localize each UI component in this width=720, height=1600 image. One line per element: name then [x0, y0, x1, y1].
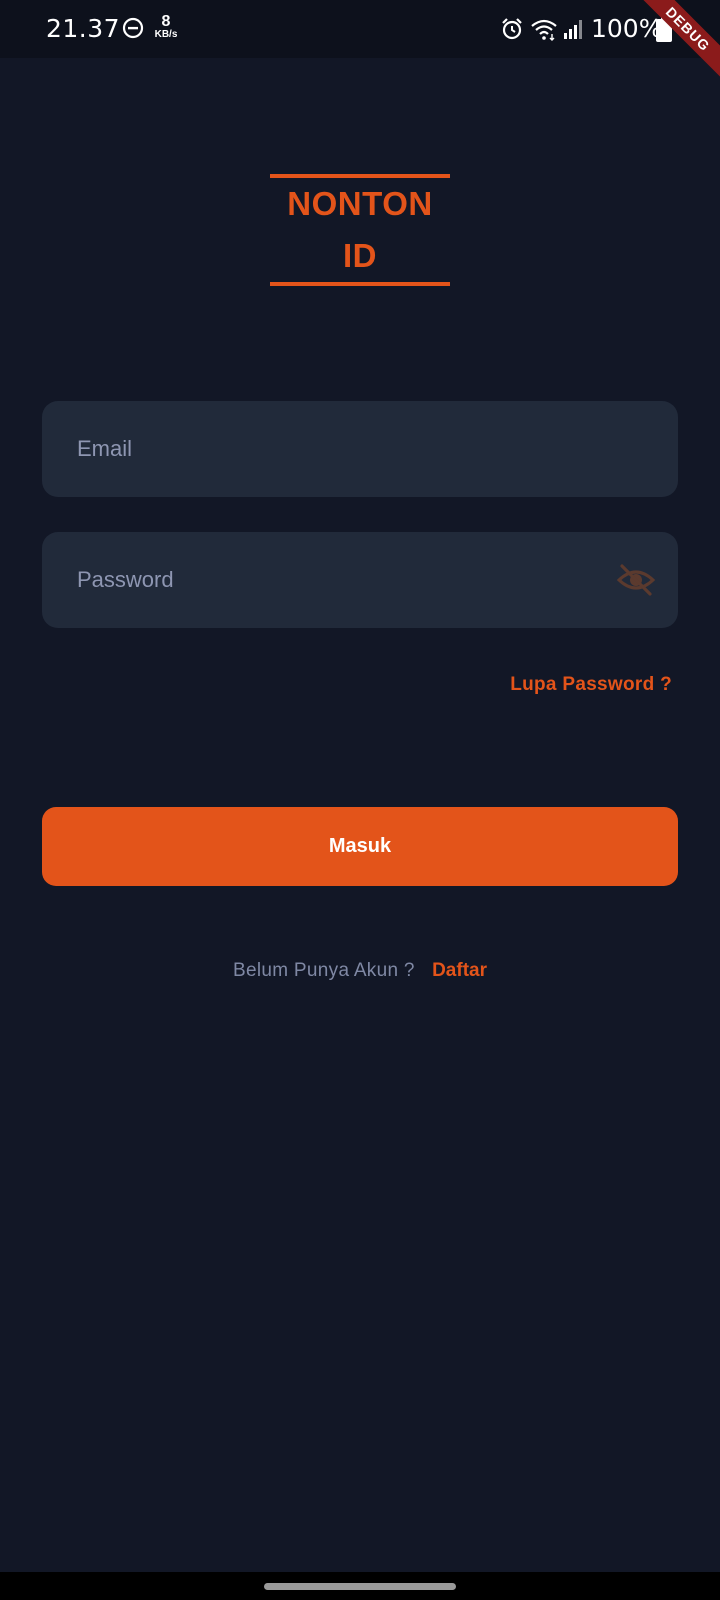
register-prompt: Belum Punya Akun ?	[233, 960, 415, 981]
email-field-container	[42, 401, 678, 497]
password-field-container	[42, 532, 678, 628]
status-time: 21.37	[46, 14, 121, 43]
debug-banner: DEBUG	[630, 0, 720, 87]
visibility-off-icon[interactable]	[616, 562, 656, 598]
password-field[interactable]	[42, 532, 678, 628]
home-indicator[interactable]	[264, 1583, 456, 1590]
register-link[interactable]: Daftar	[432, 960, 487, 981]
logo-line-2: ID	[343, 237, 377, 274]
login-button[interactable]: Masuk	[42, 807, 678, 886]
app-logo: NONTON ID	[270, 174, 450, 286]
signal-icon	[564, 20, 582, 39]
battery-percentage: 100%	[591, 14, 663, 43]
alarm-icon	[502, 18, 522, 40]
network-speed: 8 KB/s	[151, 14, 181, 40]
forgot-password-link[interactable]: Lupa Password ?	[510, 674, 672, 696]
status-bar: 21.37 8 KB/s 100% DEBUG	[0, 0, 720, 87]
logo-bottom-line	[270, 282, 450, 286]
network-speed-value: 8	[161, 13, 171, 30]
system-navigation-bar	[0, 1572, 720, 1600]
logo-line-1: NONTON	[287, 185, 433, 222]
do-not-disturb-icon	[122, 17, 144, 39]
network-speed-unit: KB/s	[154, 29, 178, 40]
wifi-icon	[531, 19, 557, 41]
email-field[interactable]	[42, 401, 678, 497]
register-row: Belum Punya Akun ? Daftar	[0, 960, 720, 982]
